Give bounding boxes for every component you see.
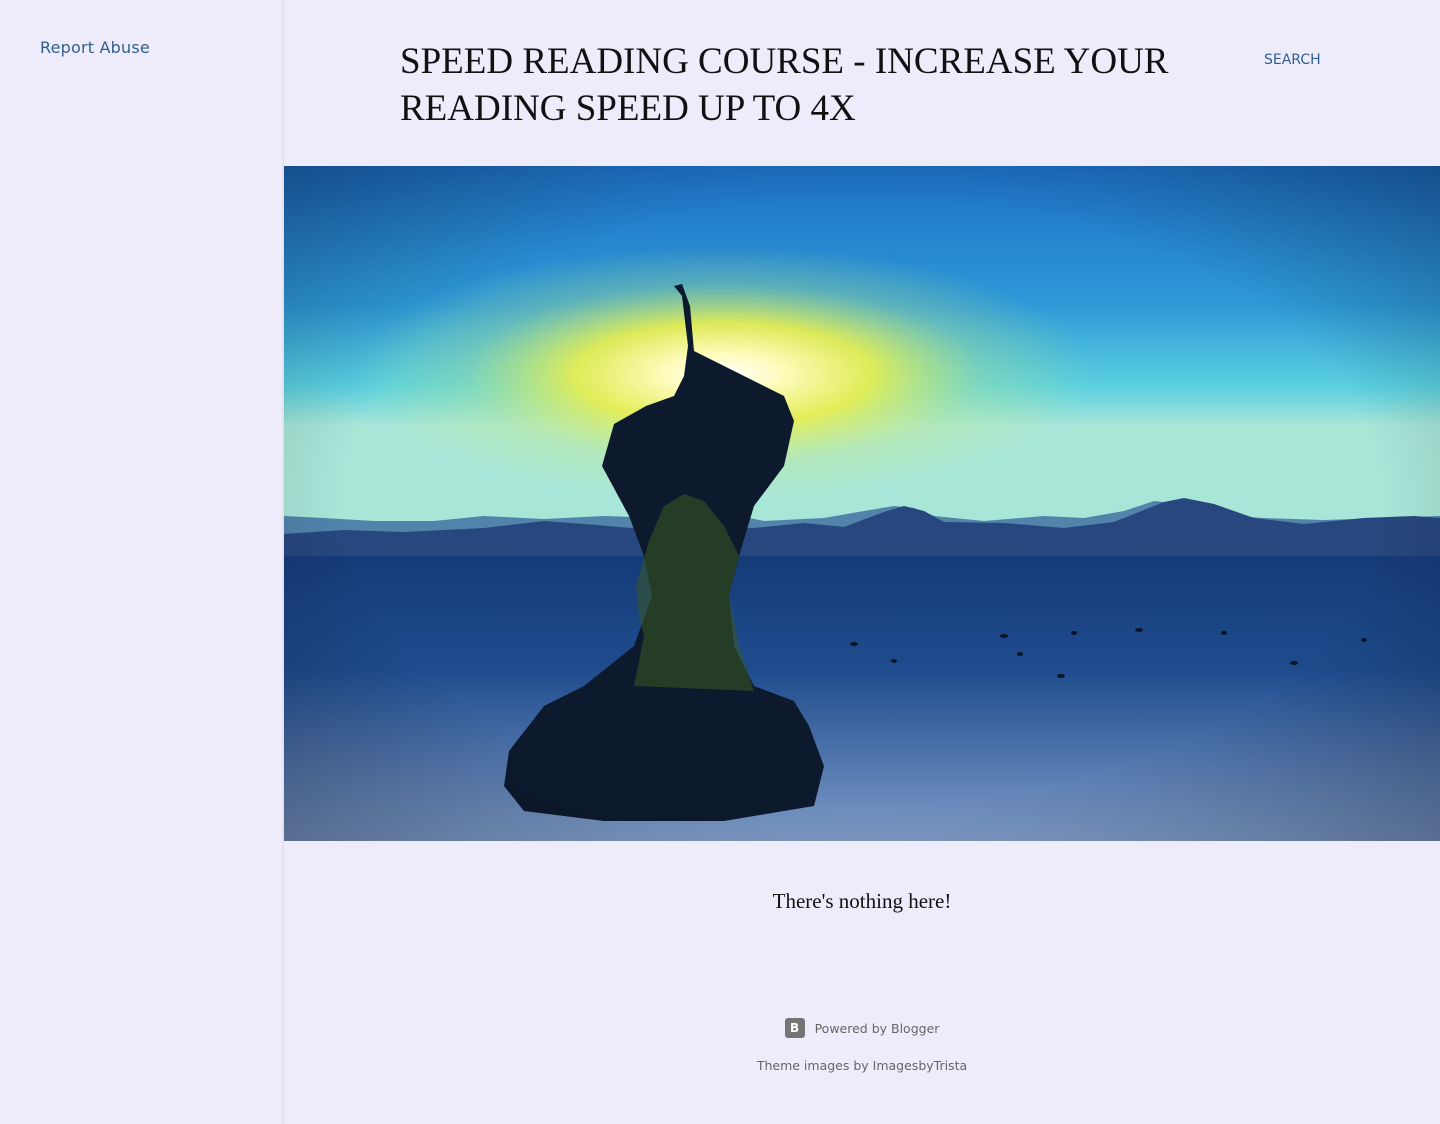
blogger-icon: B <box>784 1018 805 1038</box>
blog-title[interactable]: Speed Reading Course - Increase Your Rea… <box>400 38 1180 132</box>
powered-by-label[interactable]: Powered by Blogger <box>815 1021 940 1036</box>
sidebar: Report Abuse <box>0 0 284 1124</box>
theme-credit: Theme images by ImagesbyTrista <box>756 1058 968 1073</box>
report-abuse-link[interactable]: Report Abuse <box>40 38 150 57</box>
header-image <box>284 166 1440 841</box>
empty-posts-message: There's nothing here! <box>772 889 952 913</box>
powered-by-blogger[interactable]: B Powered by Blogger <box>284 1018 1440 1038</box>
main-content: Speed Reading Course - Increase Your Rea… <box>284 0 1440 1124</box>
search-button[interactable]: SEARCH <box>1264 52 1321 68</box>
header-image-graphic <box>284 166 1440 841</box>
